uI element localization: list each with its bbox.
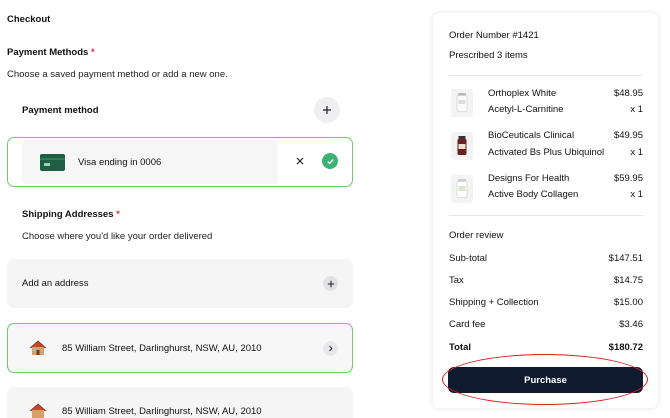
subtotal-value: $147.51 xyxy=(608,253,643,264)
shipping-heading-text: Shipping Addresses xyxy=(22,209,114,220)
page-title: Checkout xyxy=(7,14,51,25)
shipping-value: $15.00 xyxy=(613,297,643,308)
product-name: Acetyl-L-Carnitine xyxy=(488,104,564,115)
chevron-right-icon[interactable] xyxy=(323,341,338,356)
product-price: $59.95 xyxy=(613,173,643,184)
product-qty: x 1 xyxy=(630,189,643,200)
order-review-heading: Order review xyxy=(449,230,504,241)
card-fee-label: Card fee xyxy=(449,319,486,330)
selected-check-icon xyxy=(322,153,338,169)
required-marker: * xyxy=(90,47,95,58)
divider xyxy=(449,215,643,216)
product-qty: x 1 xyxy=(630,147,643,158)
credit-card-icon xyxy=(40,154,65,171)
tax-label: Tax xyxy=(449,275,464,286)
subtotal-label: Sub-total xyxy=(449,253,488,264)
address-text: 85 William Street, Darlinghurst, NSW, AU… xyxy=(62,406,262,417)
payment-method-label: Payment method xyxy=(22,105,99,116)
card-fee-value: $3.46 xyxy=(619,319,643,330)
remove-card-icon[interactable] xyxy=(295,156,305,166)
product-price: $48.95 xyxy=(613,88,643,99)
tax-value: $14.75 xyxy=(613,275,643,286)
product-thumbnail xyxy=(451,132,473,160)
required-marker: * xyxy=(116,209,120,220)
product-brand: BioCeuticals Clinical xyxy=(488,130,575,141)
total-value: $180.72 xyxy=(608,342,643,353)
plus-icon xyxy=(323,106,331,114)
shipping-subtitle: Choose where you'd like your order deliv… xyxy=(22,231,213,242)
payment-methods-subtitle: Choose a saved payment method or add a n… xyxy=(7,69,228,80)
highlight-annotation xyxy=(442,354,648,405)
address-text: 85 William Street, Darlinghurst, NSW, AU… xyxy=(62,343,262,354)
house-icon xyxy=(29,340,47,355)
product-thumbnail xyxy=(451,175,473,203)
shipping-label: Shipping + Collection xyxy=(449,297,539,308)
add-payment-method-button[interactable] xyxy=(314,97,340,123)
divider xyxy=(449,75,643,76)
product-price: $49.95 xyxy=(613,130,643,141)
product-thumbnail xyxy=(451,89,473,117)
product-name: Active Body Collagen xyxy=(488,189,579,200)
product-brand: Orthoplex White xyxy=(488,88,557,99)
saved-card-label: Visa ending in 0006 xyxy=(78,157,162,168)
payment-methods-heading: Payment Methods * xyxy=(7,47,95,58)
order-number: Order Number #1421 xyxy=(449,30,539,41)
add-address-label: Add an address xyxy=(22,278,89,289)
prescribed-count: Prescribed 3 items xyxy=(449,50,528,61)
house-icon xyxy=(29,403,47,418)
payment-methods-heading-text: Payment Methods xyxy=(7,47,89,58)
plus-icon xyxy=(323,276,338,291)
product-qty: x 1 xyxy=(630,104,643,115)
product-brand: Designs For Health xyxy=(488,173,570,184)
total-label: Total xyxy=(449,342,471,353)
shipping-addresses-heading: Shipping Addresses * xyxy=(22,209,120,220)
